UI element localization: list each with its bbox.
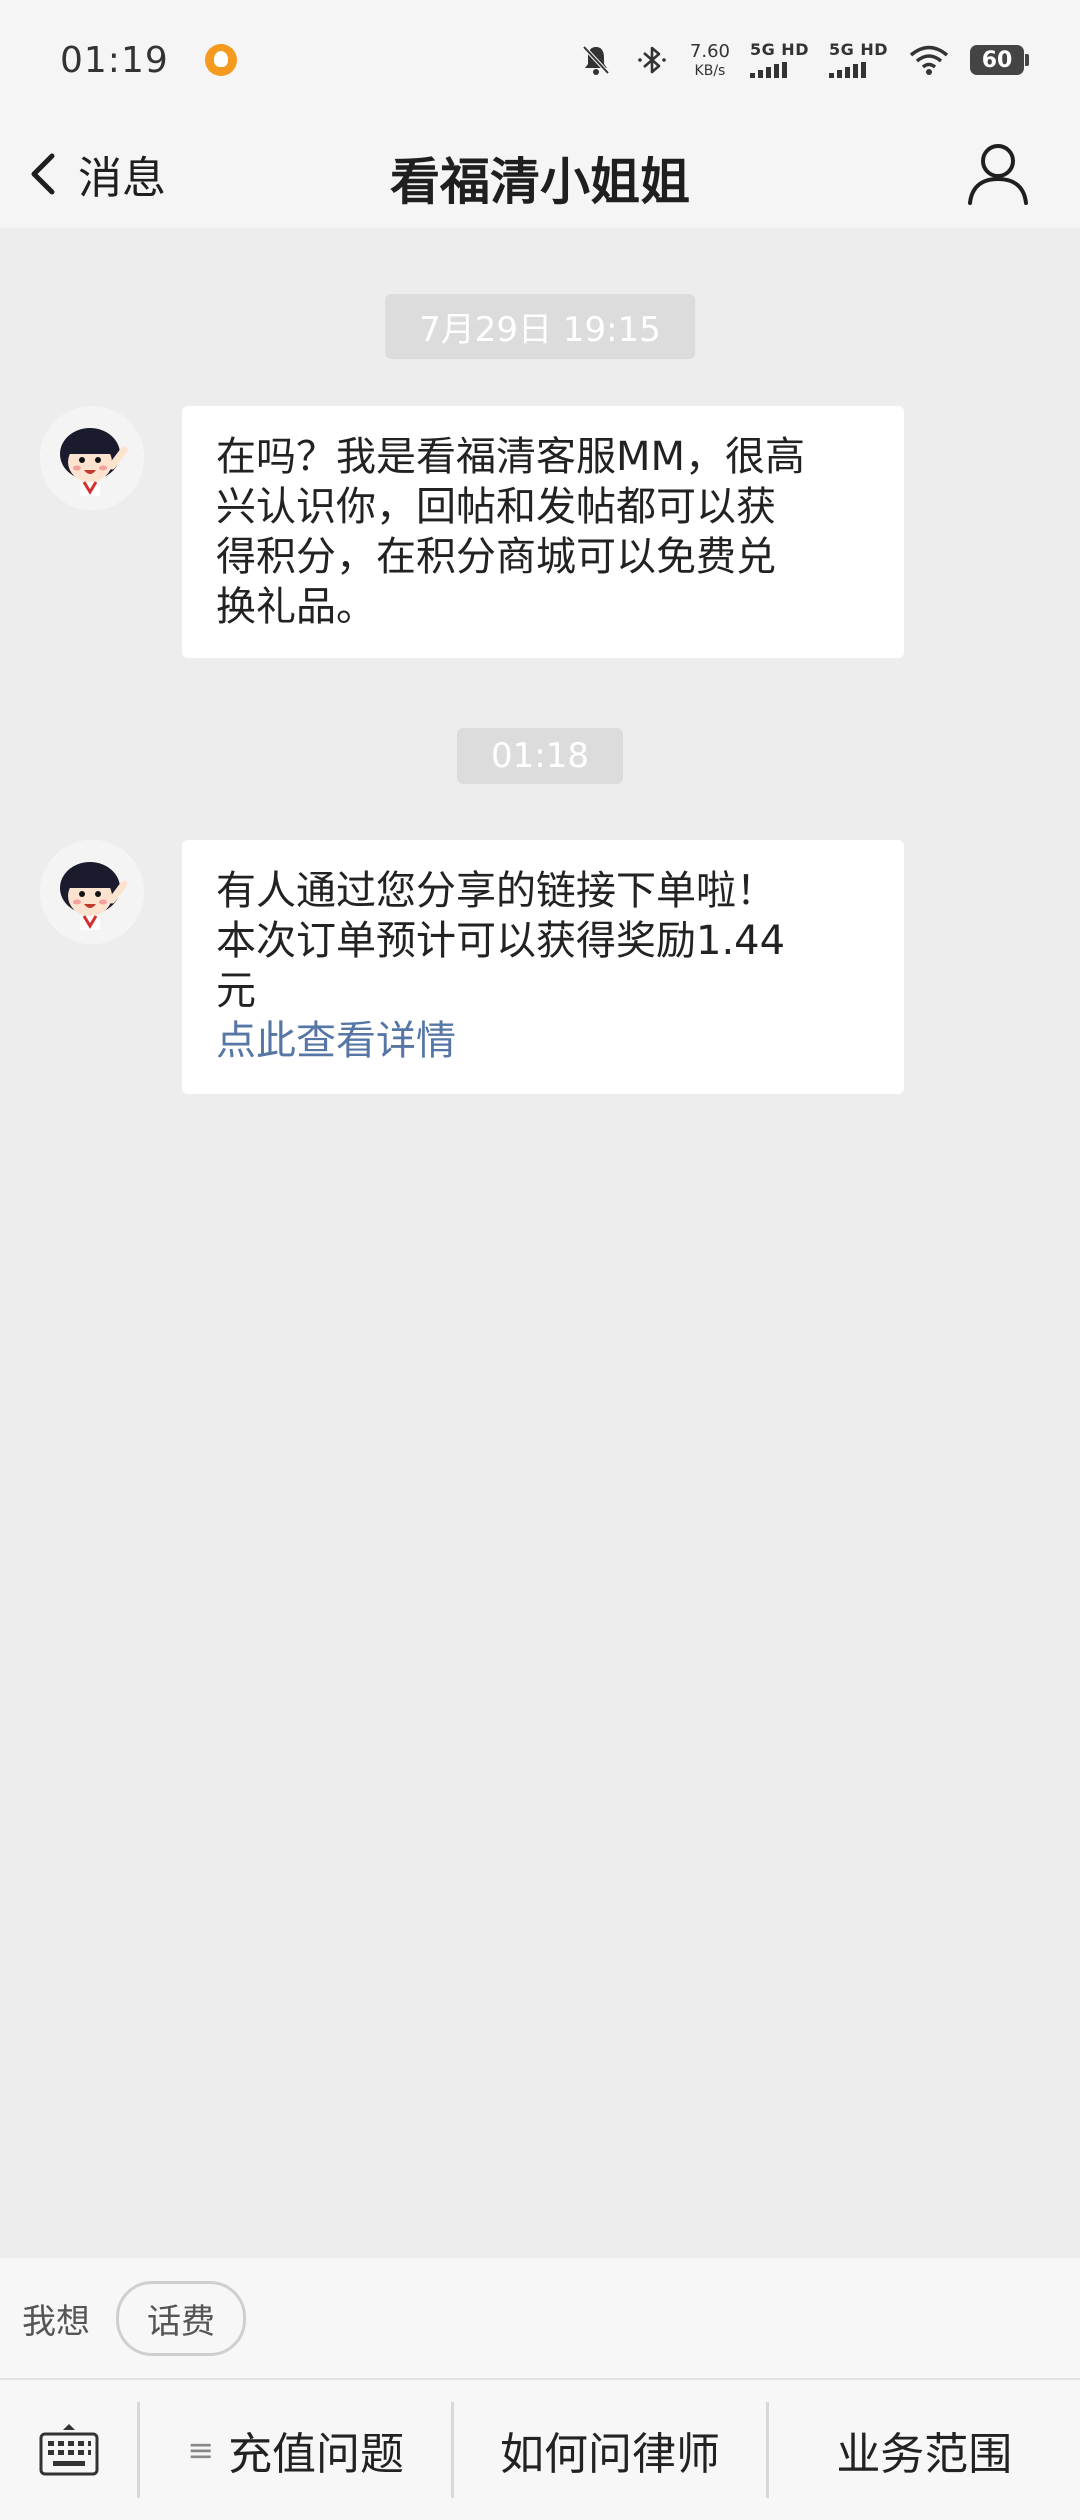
net-speed-unit: KB/s [694, 62, 726, 79]
suggestion-bar: 我想 话费 [0, 2258, 1080, 2378]
message-bubble[interactable]: 有人通过您分享的链接下单啦！ 本次订单预计可以获得奖励1.44 元 点此查看详情 [182, 840, 904, 1094]
battery-icon: 60 [970, 45, 1029, 75]
status-left: 01:19 [60, 40, 237, 81]
user-profile-icon [968, 144, 1028, 205]
keyboard-icon [39, 2424, 98, 2476]
message-text: 有人通过您分享的链接下单啦！ 本次订单预计可以获得奖励1.44 元 [216, 868, 786, 1014]
app-notification-icon [204, 44, 237, 76]
avatar[interactable] [40, 840, 144, 944]
chevron-left-icon [31, 153, 55, 195]
sim1-label: 5G HD [749, 40, 809, 59]
view-details-link[interactable]: 点此查看详情 [216, 1016, 870, 1066]
network-speed: 7.60 KB/s [689, 40, 730, 79]
net-speed-value: 7.60 [689, 40, 730, 62]
back-button[interactable]: 消息 [24, 130, 166, 218]
wifi-icon [909, 45, 949, 75]
message-timestamp: 01:18 [457, 728, 623, 784]
message-timestamp: 7月29日 19:15 [385, 294, 695, 359]
menu-item-label: 业务范围 [836, 2429, 1013, 2480]
sim2-signal: 5G HD [828, 40, 888, 78]
bottom-menu: ≡ 充值问题 如何问律师 业务范围 [0, 2378, 1080, 2520]
back-label: 消息 [78, 153, 166, 204]
sim2-label: 5G HD [828, 40, 888, 59]
sim1-signal: 5G HD [749, 40, 809, 78]
mute-bell-icon [582, 45, 610, 75]
avatar[interactable] [40, 406, 144, 510]
menu-item-label: 如何问律师 [499, 2429, 720, 2480]
suggestion-label: 我想 [22, 2301, 90, 2342]
nav-bar: 消息 看福清小姐姐 [0, 120, 1080, 228]
status-time: 01:19 [60, 39, 169, 81]
sim1-signal-bars-icon [749, 62, 787, 78]
chat-area[interactable]: 7月29日 19:15 在吗？我是看福清客服MM，很高 兴认识你，回帖和发帖都可… [0, 228, 1080, 2258]
menu-item-label: 充值问题 [228, 2429, 405, 2480]
suggestion-chip[interactable]: 话费 [116, 2280, 246, 2356]
keyboard-toggle-button[interactable] [0, 2402, 140, 2498]
sim2-signal-bars-icon [828, 62, 866, 78]
message-text: 在吗？我是看福清客服MM，很高 兴认识你，回帖和发帖都可以获 得积分，在积分商城… [216, 434, 806, 630]
profile-button[interactable] [962, 130, 1034, 218]
message-bubble[interactable]: 在吗？我是看福清客服MM，很高 兴认识你，回帖和发帖都可以获 得积分，在积分商城… [182, 406, 904, 658]
menu-business-scope[interactable]: 业务范围 [765, 2402, 1080, 2498]
menu-how-to-ask-lawyer[interactable]: 如何问律师 [451, 2402, 765, 2498]
menu-list-icon: ≡ [187, 2431, 215, 2469]
status-right: 7.60 KB/s 5G HD 5G HD 60 [578, 40, 1029, 79]
status-bar: 01:19 7.60 KB/s 5G HD 5G HD 60 [0, 0, 1080, 120]
bluetooth-icon [638, 46, 666, 74]
menu-recharge-questions[interactable]: ≡ 充值问题 [140, 2402, 451, 2498]
cartoon-girl-avatar-icon [40, 406, 144, 510]
cartoon-girl-avatar-icon [40, 840, 144, 944]
